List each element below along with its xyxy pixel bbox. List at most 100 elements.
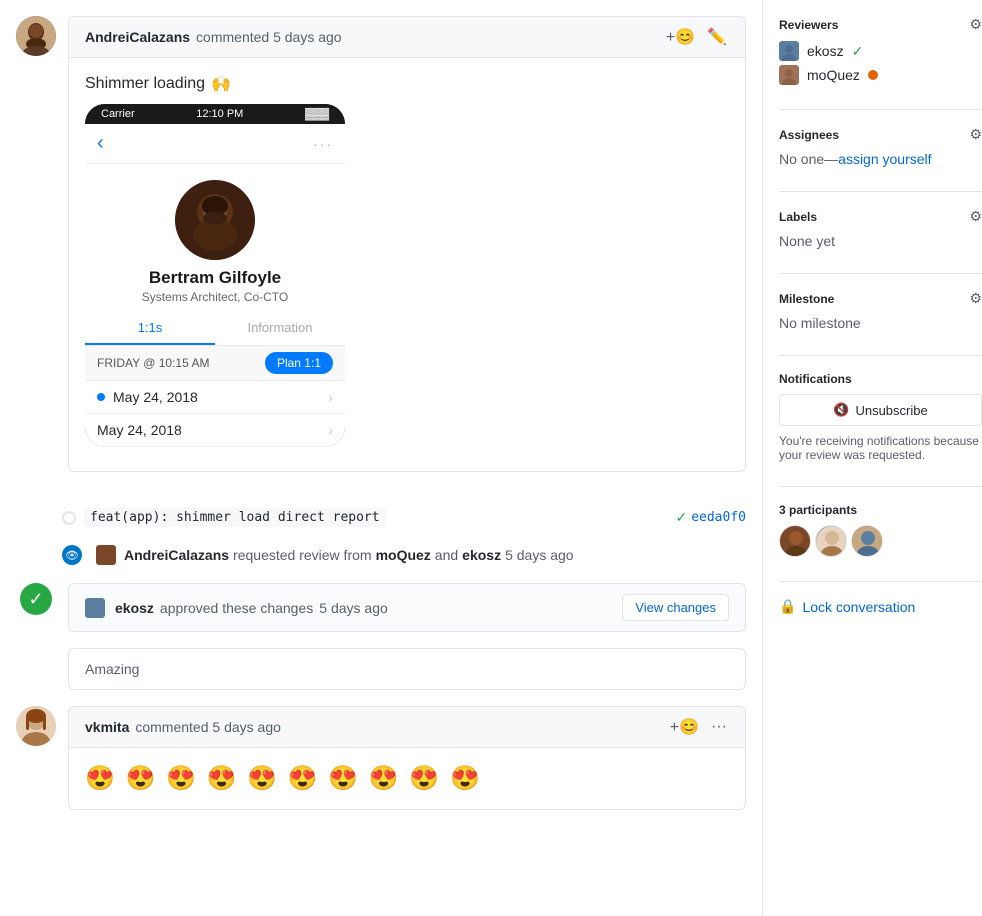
back-icon: ‹ xyxy=(97,132,104,155)
lock-label: Lock conversation xyxy=(802,599,915,615)
milestone-label: Milestone xyxy=(779,292,834,306)
ekosz-avatar xyxy=(779,41,799,61)
review-action: requested review from xyxy=(233,547,372,563)
comment-body-1: Shimmer loading 🙌 Carrier 12:10 PM ▓▓▓ xyxy=(69,58,745,471)
connector: and xyxy=(435,547,458,563)
andriei-avatar xyxy=(16,16,56,56)
divider-6 xyxy=(779,581,982,582)
view-changes-button[interactable]: View changes xyxy=(622,594,729,621)
plan-1-1-button[interactable]: Plan 1:1 xyxy=(265,352,333,374)
approval-time: 5 days ago xyxy=(319,600,388,616)
assignees-none: No one—assign yourself xyxy=(779,151,932,167)
reviewers-gear-icon[interactable]: ⚙ xyxy=(969,16,982,33)
milestone-section: Milestone ⚙ No milestone xyxy=(779,290,982,331)
participant-2-avatar xyxy=(815,525,847,557)
profile-section: Bertram Gilfoyle Systems Architect, Co-C… xyxy=(85,164,345,312)
notification-text: You're receiving notifications because y… xyxy=(779,434,982,462)
reviewers-section: Reviewers ⚙ ekosz ✓ moQuez xyxy=(779,16,982,85)
approval-author: ekosz xyxy=(115,600,154,616)
chevron-icon-2: › xyxy=(328,422,333,438)
phone-status-bar: Carrier 12:10 PM ▓▓▓ xyxy=(85,104,345,124)
divider-4 xyxy=(779,355,982,356)
moquez-avatar xyxy=(779,65,799,85)
chevron-icon-1: › xyxy=(328,389,333,405)
add-emoji-button[interactable]: +😊 xyxy=(664,25,697,49)
comment-header-1: AndreiCalazans commented 5 days ago +😊 ✏… xyxy=(69,17,745,58)
labels-gear-icon[interactable]: ⚙ xyxy=(969,208,982,225)
participant-3-avatar xyxy=(851,525,883,557)
emoji-row: 😍 😍 😍 😍 😍 😍 😍 😍 😍 😍 xyxy=(85,764,729,793)
tab-information[interactable]: Information xyxy=(215,312,345,345)
labels-label: Labels xyxy=(779,210,817,224)
assignees-label: Assignees xyxy=(779,128,839,142)
check-icon: ✓ xyxy=(675,509,687,526)
labels-section: Labels ⚙ None yet xyxy=(779,208,982,249)
more-button-2[interactable]: ··· xyxy=(709,716,729,738)
profile-name: Bertram Gilfoyle xyxy=(101,268,329,288)
phone-screen: ‹ ··· xyxy=(85,124,345,447)
notifications-section: Notifications 🔇 Unsubscribe You're recei… xyxy=(779,372,982,462)
approval-comment-box: Amazing xyxy=(68,648,746,690)
reviewer-item-moquez: moQuez xyxy=(779,65,982,85)
commit-code: feat(app): shimmer load direct report xyxy=(84,508,386,527)
review-request-row: 👁 AndreiCalazans requested review from m… xyxy=(16,539,746,571)
meeting-row-current: FRIDAY @ 10:15 AM Plan 1:1 xyxy=(85,346,345,381)
ekosz-approval-avatar xyxy=(85,598,105,618)
andriei-small-avatar xyxy=(96,545,116,565)
commit-dot xyxy=(62,511,76,525)
tab-1-1s[interactable]: 1:1s xyxy=(85,312,215,345)
approval-text: approved these changes xyxy=(160,600,313,616)
participant-1-avatar xyxy=(779,525,811,557)
phone-nav: ‹ ··· xyxy=(85,124,345,164)
phone-tabs: 1:1s Information xyxy=(85,312,345,346)
commit-row: feat(app): shimmer load direct report ✓ … xyxy=(16,504,746,531)
comment-author-2: vkmita xyxy=(85,719,129,735)
comment-time-2: commented 5 days ago xyxy=(135,719,281,735)
add-emoji-button-2[interactable]: +😊 xyxy=(668,715,701,739)
commit-hash: eeda0f0 xyxy=(691,510,746,525)
review-time: 5 days ago xyxy=(505,547,574,563)
profile-avatar xyxy=(175,180,255,260)
comment-author-1: AndreiCalazans xyxy=(85,29,190,45)
ekosz-approved-icon: ✓ xyxy=(852,43,864,60)
participants-label: 3 participants xyxy=(779,503,982,517)
milestone-gear-icon[interactable]: ⚙ xyxy=(969,290,982,307)
reviewer-item-ekosz: ekosz ✓ xyxy=(779,41,982,61)
comment-body-2: 😍 😍 😍 😍 😍 😍 😍 😍 😍 😍 xyxy=(69,748,745,809)
comment-header-2: vkmita commented 5 days ago +😊 ··· xyxy=(69,707,745,748)
reviewer-2: ekosz xyxy=(462,547,501,563)
lock-icon: 🔒 xyxy=(779,598,796,615)
notifications-label: Notifications xyxy=(779,372,982,386)
assignees-gear-icon[interactable]: ⚙ xyxy=(969,126,982,143)
reviewer-1: moQuez xyxy=(376,547,431,563)
approval-comment-text: Amazing xyxy=(85,661,139,677)
assign-yourself-link[interactable]: assign yourself xyxy=(838,151,931,167)
more-icon: ··· xyxy=(313,136,333,152)
meeting-row-2: May 24, 2018 › xyxy=(85,414,345,447)
comment-block-1: AndreiCalazans commented 5 days ago +😊 ✏… xyxy=(68,16,746,472)
meeting-row-1: May 24, 2018 › xyxy=(85,381,345,414)
edit-button[interactable]: ✏️ xyxy=(705,25,729,49)
eye-icon: 👁 xyxy=(62,545,82,565)
approval-content: ekosz approved these changes 5 days ago xyxy=(85,598,388,618)
divider-3 xyxy=(779,273,982,274)
vkmita-avatar xyxy=(16,706,56,746)
participants-section: 3 participants xyxy=(779,503,982,557)
phone-mockup: Carrier 12:10 PM ▓▓▓ ‹ ··· xyxy=(85,104,345,447)
sidebar: Reviewers ⚙ ekosz ✓ moQuez As xyxy=(762,0,982,916)
lock-conversation-row[interactable]: 🔒 Lock conversation xyxy=(779,598,982,615)
approval-check-icon: ✓ xyxy=(20,583,52,615)
bell-mute-icon: 🔇 xyxy=(833,402,849,418)
milestone-none: No milestone xyxy=(779,315,861,331)
shimmer-text: Shimmer loading 🙌 xyxy=(85,74,729,94)
comment-block-2: vkmita commented 5 days ago +😊 ··· 😍 😍 😍… xyxy=(68,706,746,810)
dot-indicator-1 xyxy=(97,393,105,401)
profile-title: Systems Architect, Co-CTO xyxy=(101,290,329,304)
divider-5 xyxy=(779,486,982,487)
assignees-none-text: No one— xyxy=(779,151,838,167)
unsubscribe-button[interactable]: 🔇 Unsubscribe xyxy=(779,394,982,426)
labels-none: None yet xyxy=(779,233,835,249)
reviewer-name-ekosz: ekosz xyxy=(807,43,844,59)
reviewers-label: Reviewers xyxy=(779,18,838,32)
comment-time-1: commented 5 days ago xyxy=(196,29,342,45)
